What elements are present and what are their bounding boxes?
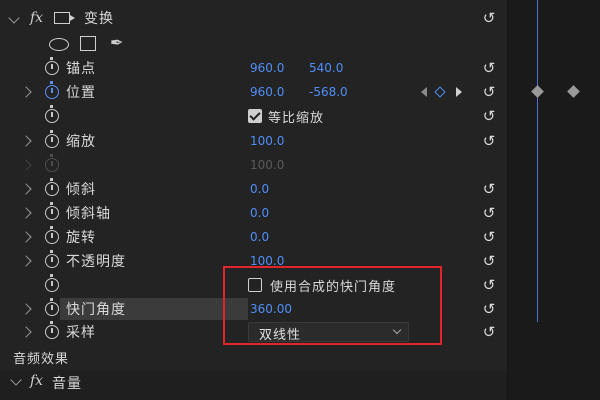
rotation-label: 旋转 [66, 230, 96, 246]
transform-icon [54, 12, 75, 24]
scale-label: 缩放 [66, 134, 96, 150]
opacity-label: 不透明度 [66, 254, 126, 270]
property-row-scale: 缩放 100.0 ↺ [0, 129, 507, 153]
reset-icon[interactable]: ↺ [481, 324, 497, 340]
property-row-rotation: 旋转 0.0 ↺ [0, 225, 507, 249]
stopwatch-icon[interactable] [45, 105, 59, 123]
keyframe-timeline[interactable] [507, 0, 600, 400]
transform-title: 变换 [84, 11, 114, 27]
reset-icon[interactable]: ↺ [481, 133, 497, 149]
anchor-label: 锚点 [66, 61, 96, 77]
audio-effects-header[interactable]: 音频效果 [0, 346, 507, 368]
twirl-closed-icon[interactable] [20, 231, 32, 243]
position-y-value[interactable]: -568.0 [309, 85, 348, 99]
reset-icon[interactable]: ↺ [481, 253, 497, 269]
twirl-open-icon[interactable] [10, 374, 22, 386]
stopwatch-icon[interactable] [45, 202, 59, 220]
anchor-x-value[interactable]: 960.0 [250, 61, 284, 75]
fx-icon[interactable]: fx [30, 373, 43, 389]
reset-icon[interactable]: ↺ [481, 108, 497, 124]
sampling-label: 采样 [66, 325, 96, 341]
skew-value[interactable]: 0.0 [250, 182, 269, 196]
shutter-angle-label: 快门角度 [66, 302, 126, 318]
twirl-closed-icon[interactable] [20, 207, 32, 219]
stopwatch-icon[interactable] [45, 178, 59, 196]
stopwatch-icon[interactable] [45, 130, 59, 148]
reset-icon[interactable]: ↺ [481, 229, 497, 245]
ellipse-mask-icon[interactable] [49, 38, 69, 51]
property-row-skew-axis: 倾斜轴 0.0 ↺ [0, 201, 507, 225]
volume-title: 音量 [52, 376, 82, 392]
stopwatch-icon[interactable] [45, 57, 59, 75]
anchor-y-value[interactable]: 540.0 [309, 61, 343, 75]
reset-icon[interactable]: ↺ [481, 277, 497, 293]
skew-axis-label: 倾斜轴 [66, 206, 111, 222]
fx-icon[interactable]: fx [30, 10, 43, 26]
property-row-scale-width: 100.0 [0, 153, 507, 177]
twirl-closed-icon[interactable] [20, 183, 32, 195]
twirl-closed-icon[interactable] [20, 255, 32, 267]
transform-header[interactable]: fx 变换 ↺ [0, 6, 507, 30]
stopwatch-active-icon[interactable] [45, 81, 59, 99]
scale-width-value: 100.0 [250, 158, 285, 172]
stopwatch-icon[interactable] [45, 321, 59, 339]
reset-icon[interactable]: ↺ [481, 181, 497, 197]
position-x-value[interactable]: 960.0 [250, 85, 284, 99]
previous-keyframe-icon[interactable] [421, 87, 427, 97]
next-keyframe-icon[interactable] [456, 87, 462, 97]
twirl-closed-icon[interactable] [20, 303, 32, 315]
reset-icon[interactable]: ↺ [481, 60, 497, 76]
position-label: 位置 [66, 85, 96, 101]
stopwatch-icon[interactable] [45, 298, 59, 316]
reset-icon[interactable]: ↺ [481, 205, 497, 221]
playhead[interactable] [537, 0, 538, 322]
effect-controls-panel: fx 变换 ↺ ✒ 锚点 960.0 540.0 ↺ 位置 960.0 -568… [0, 0, 507, 400]
property-row-uniform-scale: 等比缩放 ↺ [0, 104, 507, 128]
stopwatch-icon[interactable] [45, 250, 59, 268]
property-row-anchor: 锚点 960.0 540.0 ↺ [0, 56, 507, 80]
twirl-closed-icon[interactable] [20, 135, 32, 147]
skew-axis-value[interactable]: 0.0 [250, 206, 269, 220]
pen-mask-icon[interactable]: ✒ [110, 33, 124, 52]
reset-icon[interactable]: ↺ [481, 301, 497, 317]
property-row-position: 位置 960.0 -568.0 ↺ [0, 80, 507, 104]
twirl-closed-icon[interactable] [20, 86, 32, 98]
property-row-skew: 倾斜 0.0 ↺ [0, 177, 507, 201]
rectangle-mask-icon[interactable] [80, 36, 96, 51]
uniform-scale-checkbox[interactable] [248, 109, 262, 123]
reset-icon[interactable]: ↺ [481, 10, 497, 26]
stopwatch-icon[interactable] [45, 226, 59, 244]
skew-label: 倾斜 [66, 182, 96, 198]
annotation-highlight-box [223, 266, 442, 345]
twirl-closed-icon[interactable] [20, 326, 32, 338]
twirl-closed-icon [20, 159, 32, 171]
uniform-scale-label: 等比缩放 [268, 110, 325, 126]
twirl-open-icon[interactable] [8, 12, 20, 24]
reset-icon[interactable]: ↺ [481, 84, 497, 100]
stopwatch-icon[interactable] [45, 274, 59, 292]
scale-value[interactable]: 100.0 [250, 134, 284, 148]
stopwatch-icon [45, 154, 59, 172]
rotation-value[interactable]: 0.0 [250, 230, 269, 244]
audio-effects-title: 音频效果 [13, 352, 70, 367]
